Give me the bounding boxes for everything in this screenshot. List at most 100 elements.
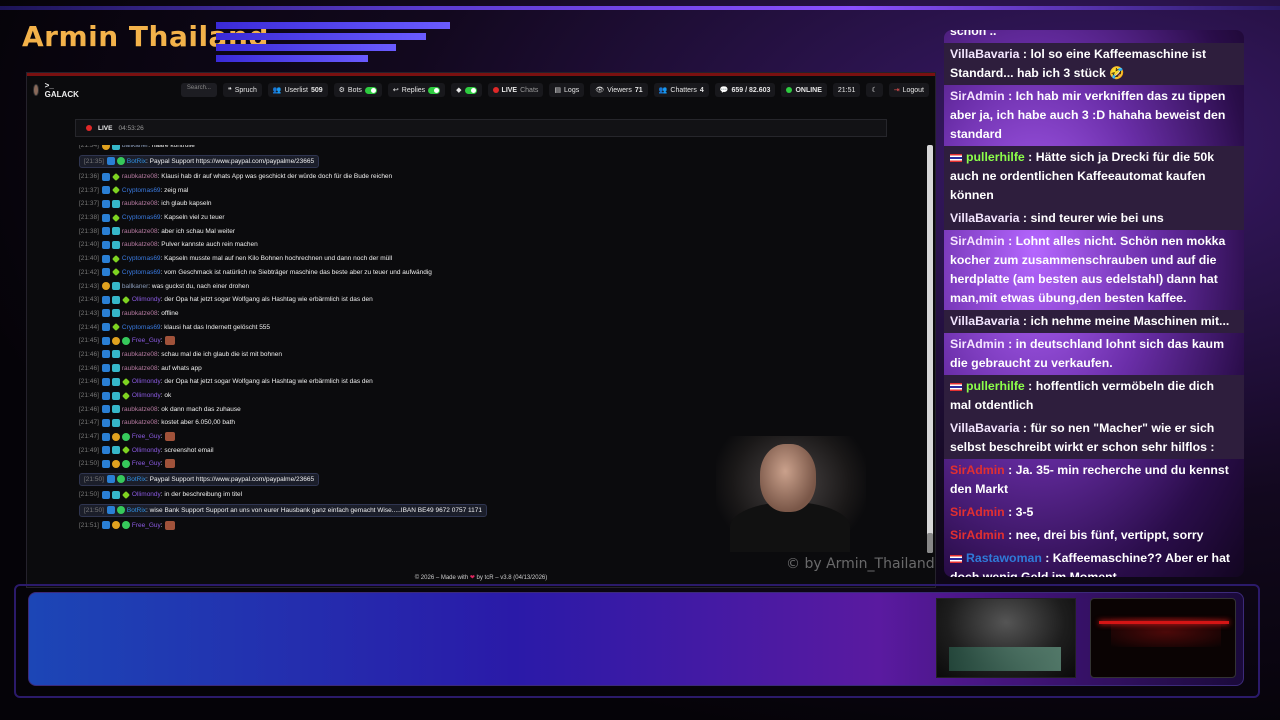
message-username[interactable]: Ollimondy	[132, 378, 161, 385]
message-text: :	[160, 433, 163, 441]
brand-stripe	[216, 33, 426, 40]
live-dot-icon	[492, 87, 499, 93]
app-footer: © 2026 – Made with ❤ by tcR – v3.8 (04/1…	[414, 575, 548, 581]
message-username[interactable]: raubkatze08	[122, 228, 158, 235]
logs-button[interactable]: ▤ Logs	[549, 83, 585, 97]
message-username[interactable]: BotRix	[127, 507, 146, 514]
emote-image	[164, 520, 175, 530]
lime-badge-icon	[111, 172, 120, 181]
message-text: : ok	[160, 392, 172, 400]
cyan-badge-icon	[111, 490, 120, 499]
bots-toggle[interactable]: ⚙ Bots	[333, 83, 382, 97]
cyan-badge-icon	[111, 350, 120, 359]
chat-message: [21:34] ballkaner: haare kontrolle	[75, 145, 887, 153]
extra-switch[interactable]	[464, 86, 477, 94]
message-username[interactable]: ballkaner	[122, 145, 148, 149]
overlay-username: Rastawoman	[966, 551, 1042, 565]
quote-icon: ❝	[227, 87, 232, 94]
message-text: :	[160, 337, 163, 345]
overlay-username: pullerhilfe	[966, 379, 1025, 393]
message-username[interactable]: raubkatze08	[122, 365, 158, 372]
message-username[interactable]: Cryptomas69	[122, 214, 161, 221]
message-username[interactable]: Ollimondy	[132, 447, 161, 454]
side-chat-panel: schon .. VillaBavaria : lol so eine Kaffe…	[944, 30, 1244, 577]
message-username[interactable]: Ollimondy	[132, 392, 161, 399]
live-dot-icon	[86, 125, 92, 131]
message-username[interactable]: BotRix	[127, 158, 146, 165]
blue-badge-icon	[101, 186, 110, 195]
flag-icon	[950, 554, 962, 563]
message-timestamp: [21:43]	[79, 296, 99, 304]
message-username[interactable]: Free_Guy	[132, 460, 161, 467]
chat-message: [21:38] raubkatze08: aber ich schau Mal w…	[75, 224, 887, 238]
message-username[interactable]: Free_Guy	[132, 522, 161, 529]
message-username[interactable]: raubkatze08	[122, 419, 158, 426]
overlay-username: VillaBavaria	[950, 47, 1020, 61]
cyan-badge-icon	[111, 145, 120, 150]
message-username[interactable]: Cryptomas69	[122, 324, 161, 331]
message-username[interactable]: raubkatze08	[122, 406, 158, 413]
theme-toggle[interactable]: ☾	[866, 83, 883, 97]
flag-icon	[950, 382, 962, 391]
message-username[interactable]: Free_Guy	[132, 337, 161, 344]
message-username[interactable]: raubkatze08	[122, 351, 158, 358]
green-badge-icon	[121, 521, 130, 530]
message-timestamp: [21:34]	[79, 145, 99, 150]
live-duration: 04:53:26	[118, 124, 144, 132]
chatters-stat: 👥 Chatters 4	[653, 83, 709, 97]
scrollbar-thumb[interactable]	[927, 533, 933, 553]
message-username[interactable]: raubkatze08	[122, 241, 158, 248]
spruch-button[interactable]: ❝ Spruch	[222, 83, 262, 97]
message-username[interactable]: ballkaner	[122, 283, 148, 290]
userlist-button[interactable]: 👥 Userlist 509	[267, 83, 328, 97]
flag-icon	[950, 153, 962, 162]
message-username[interactable]: Ollimondy	[132, 491, 161, 498]
replies-switch[interactable]	[428, 86, 441, 94]
message-username[interactable]: raubkatze08	[122, 310, 158, 317]
chat-message: [21:46] raubkatze08: auf whats app	[75, 361, 887, 375]
search-input[interactable]: Search...	[180, 83, 217, 97]
app-name[interactable]: >_ GALACK	[45, 81, 79, 99]
cyan-badge-icon	[111, 240, 120, 249]
message-text: : zeig mal	[160, 186, 189, 194]
cyan-badge-icon	[111, 418, 120, 427]
chat-message: [21:47] raubkatze08: kostet aber 6.050,00…	[75, 416, 887, 430]
gold-badge-icon	[111, 521, 120, 530]
message-username[interactable]: raubkatze08	[122, 173, 158, 180]
logout-icon: ⇥	[893, 87, 900, 94]
message-username[interactable]: raubkatze08	[122, 200, 158, 207]
brand-stripe	[216, 55, 368, 62]
message-username[interactable]: Ollimondy	[132, 296, 161, 303]
lime-badge-icon	[121, 446, 130, 455]
bots-switch[interactable]	[364, 86, 377, 94]
heart-icon: ❤	[469, 575, 475, 581]
chat-scrollbar[interactable]	[927, 145, 933, 553]
online-dot-icon	[786, 87, 793, 93]
replies-toggle[interactable]: ↩ Replies	[387, 83, 446, 97]
message-text: : Kapseln musste mal auf nen Kilo Bohnen…	[160, 255, 393, 263]
message-username[interactable]: Cryptomas69	[122, 255, 161, 262]
overlay-username: SirAdmin	[950, 505, 1005, 519]
lime-badge-icon	[111, 186, 120, 195]
message-username[interactable]: Cryptomas69	[122, 269, 161, 276]
chat-message: [21:45] Free_Guy:	[75, 334, 887, 348]
message-username[interactable]: Free_Guy	[132, 433, 161, 440]
message-username[interactable]: Cryptomas69	[122, 187, 161, 194]
live-chats-button[interactable]: LIVE Chats	[487, 83, 544, 97]
logout-button[interactable]: ⇥ Logout	[888, 83, 929, 97]
blue-badge-icon	[101, 199, 110, 208]
message-timestamp: [21:50]	[84, 506, 104, 514]
message-username[interactable]: BotRix	[127, 476, 146, 483]
robot-icon: ⚙	[338, 87, 345, 94]
cyan-badge-icon	[111, 295, 120, 304]
brand-stripe	[216, 22, 450, 29]
extra-toggle[interactable]: ◆	[451, 83, 482, 97]
overlay-chat-message: VillaBavaria : lol so eine Kaffeemaschin…	[944, 43, 1244, 85]
green-badge-icon	[116, 506, 125, 514]
webcam-feed	[716, 436, 866, 552]
top-navbar: >_ GALACK Search... ❝ Spruch 👥 Userlist 509…	[27, 79, 935, 101]
message-text: : aber ich schau Mal weiter	[157, 227, 235, 235]
user-avatar[interactable]	[33, 84, 39, 96]
overlay-chat-message: schon ..	[950, 30, 1238, 43]
blue-badge-icon	[101, 405, 110, 414]
